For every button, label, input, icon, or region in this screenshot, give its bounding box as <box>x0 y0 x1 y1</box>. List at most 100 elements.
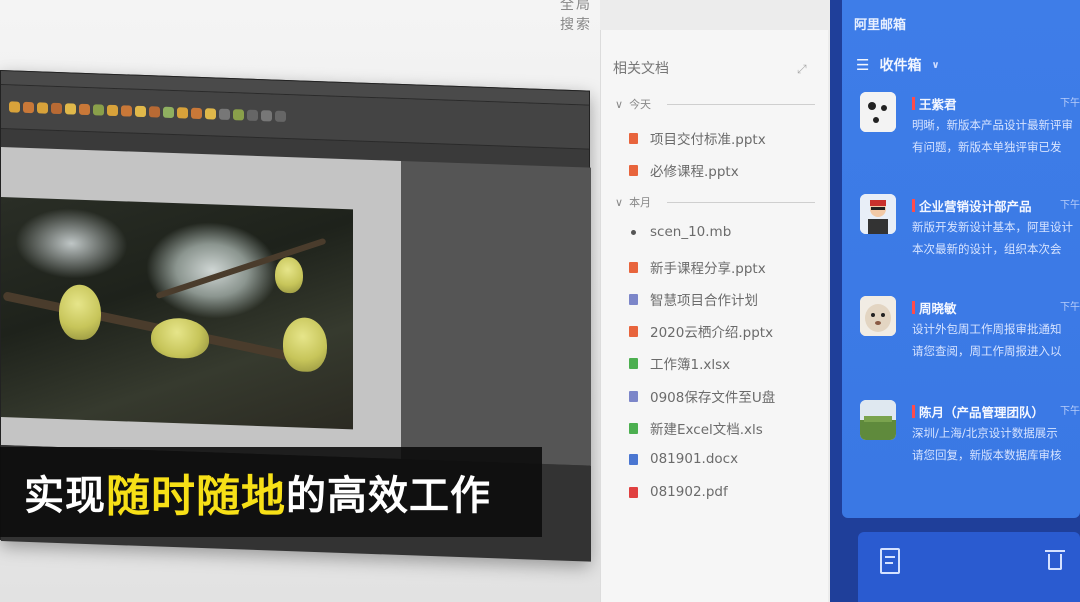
toolbar-tool-icon[interactable] <box>177 107 188 119</box>
toolbar-tool-icon[interactable] <box>149 106 160 118</box>
doc-name: 新手课程分享.pptx <box>650 261 766 277</box>
3d-viewport[interactable] <box>1 147 401 460</box>
pptx-file-icon <box>629 261 638 273</box>
mail-time: 下午 <box>1060 302 1080 313</box>
doc-name: 2020云栖介绍.pptx <box>650 325 774 341</box>
video-caption: 实现 随时随地 的高效工作 <box>0 447 542 537</box>
snippet-line: 明晰，新版本产品设计最新评审 <box>912 118 1073 132</box>
pptx-file-icon <box>629 325 638 337</box>
mail-app-title: 阿里邮箱 <box>854 18 907 33</box>
doc-item[interactable]: 必修课程.pptx <box>629 160 739 180</box>
doc-item[interactable]: 新建Excel文档.xls <box>629 418 763 438</box>
snippet-line: 有问题，新版本单独评审已发 <box>912 140 1062 154</box>
mail-time: 下午 <box>1060 98 1080 109</box>
chevron-down-icon: ∨ <box>615 195 624 209</box>
mail-bottom-bar <box>858 532 1080 602</box>
mail-list-item[interactable]: 王紫君 下午 明晰，新版本产品设计最新评审 有问题，新版本单独评审已发 <box>860 92 1080 182</box>
group-header-today[interactable]: ∨ 今天 <box>615 96 815 112</box>
toolbar-tool-icon[interactable] <box>275 110 286 122</box>
doc-item[interactable]: 081901.docx <box>629 451 738 467</box>
toolbar-tool-icon[interactable] <box>107 104 118 117</box>
mail-snippet: 明晰，新版本产品设计最新评审 有问题，新版本单独评审已发 <box>912 114 1080 158</box>
snippet-line: 请您回复，新版本数据库审核 <box>912 448 1062 462</box>
group-label: 今天 <box>629 98 652 111</box>
related-docs-title: 相关文档 <box>613 61 669 77</box>
desktop-background: 全局搜索 实现 随时随地 的高效工作 <box>0 0 600 602</box>
avatar <box>860 194 896 234</box>
compose-icon[interactable] <box>880 548 900 574</box>
toolbar-tool-icon[interactable] <box>9 101 20 113</box>
avatar <box>860 92 896 132</box>
mail-list-item[interactable]: 周晓敏 下午 设计外包周工作周报审批通知 请您查阅，周工作周报进入以 <box>860 296 1080 386</box>
toolbar-tool-icon[interactable] <box>121 105 132 117</box>
avatar <box>860 296 896 336</box>
mail-time: 下午 <box>1060 200 1080 211</box>
snippet-line: 本次最新的设计，组织本次会 <box>912 242 1062 256</box>
doc-item[interactable]: 新手课程分享.pptx <box>629 257 766 277</box>
folder-label: 收件箱 <box>879 58 922 74</box>
window-title-partial: 全局搜索 <box>560 0 592 33</box>
toolbar-tool-icon[interactable] <box>205 108 216 120</box>
doc-item[interactable]: 081902.pdf <box>629 484 728 500</box>
doc-item[interactable]: scen_10.mb <box>629 224 731 240</box>
toolbar-tool-icon[interactable] <box>191 107 202 120</box>
pptx-file-icon <box>629 132 638 144</box>
doc-name: 工作簿1.xlsx <box>650 357 731 373</box>
toolbar-tool-icon[interactable] <box>135 105 146 118</box>
avatar <box>860 400 896 440</box>
caption-prefix: 实现 <box>24 473 106 519</box>
maya-file-icon <box>631 229 636 235</box>
mail-app-window: 阿里邮箱 ☰ 收件箱 ∨ 王紫君 下午 明晰，新版本产品设计最新评审 有问题，新… <box>830 0 1080 602</box>
mail-sender: 王紫君 <box>912 94 957 113</box>
caption-highlight: 随时随地 <box>106 471 286 522</box>
group-label: 本月 <box>629 196 652 209</box>
caption-suffix: 的高效工作 <box>286 473 491 519</box>
mail-snippet: 深圳/上海/北京设计数据展示 请您回复，新版本数据库审核 <box>912 422 1080 466</box>
doc-item[interactable]: 0908保存文件至U盘 <box>629 386 775 406</box>
trash-icon[interactable] <box>1045 550 1065 570</box>
toolbar-tool-icon[interactable] <box>65 103 76 115</box>
doc-name: 新建Excel文档.xls <box>650 422 763 438</box>
toolbar-tool-icon[interactable] <box>79 103 90 116</box>
divider <box>667 201 815 203</box>
bird-figure <box>275 256 303 294</box>
mail-sender: 企业营销设计部产品 <box>912 196 1032 215</box>
doc-item[interactable]: 工作簿1.xlsx <box>629 353 730 373</box>
divider <box>667 103 815 105</box>
mail-snippet: 设计外包周工作周报审批通知 请您查阅，周工作周报进入以 <box>912 318 1080 362</box>
mail-sender: 周晓敏 <box>912 298 957 317</box>
menu-icon[interactable]: ☰ <box>856 56 869 74</box>
folder-selector[interactable]: ☰ 收件箱 ∨ <box>856 55 940 75</box>
toolbar-tool-icon[interactable] <box>219 108 230 121</box>
toolbar-tool-icon[interactable] <box>261 110 272 122</box>
expand-icon[interactable]: ⤢ <box>797 62 807 77</box>
toolbar-tool-icon[interactable] <box>247 109 258 122</box>
chevron-down-icon: ∨ <box>615 97 624 111</box>
doc-file-icon <box>629 293 638 305</box>
docx-file-icon <box>629 453 638 465</box>
doc-name: 必修课程.pptx <box>650 164 739 180</box>
toolbar-tool-icon[interactable] <box>37 102 48 114</box>
doc-item[interactable]: 智慧项目合作计划 <box>629 289 758 309</box>
doc-item[interactable]: 2020云栖介绍.pptx <box>629 321 773 341</box>
group-header-this-month[interactable]: ∨ 本月 <box>615 194 815 210</box>
pptx-file-icon <box>629 164 638 176</box>
mail-snippet: 新版开发新设计基本，阿里设计 本次最新的设计，组织本次会 <box>912 216 1080 260</box>
bird-figure <box>283 316 327 373</box>
mail-list-item[interactable]: 陈月（产品管理团队） 下午 深圳/上海/北京设计数据展示 请您回复，新版本数据库… <box>860 400 1080 490</box>
doc-item[interactable]: 项目交付标准.pptx <box>629 128 766 148</box>
flag-icon <box>912 301 915 314</box>
xlsx-file-icon <box>629 422 638 434</box>
sender-name: 周晓敏 <box>919 301 957 316</box>
doc-name: scen_10.mb <box>650 224 732 240</box>
snippet-line: 新版开发新设计基本，阿里设计 <box>912 220 1073 234</box>
toolbar-tool-icon[interactable] <box>51 102 62 115</box>
mail-list-item[interactable]: 企业营销设计部产品 下午 新版开发新设计基本，阿里设计 本次最新的设计，组织本次… <box>860 194 1080 284</box>
toolbar-tool-icon[interactable] <box>23 101 34 114</box>
flag-icon <box>912 97 915 110</box>
toolbar-tool-icon[interactable] <box>163 106 174 119</box>
related-docs-panel: 相关文档 ⤢ ∨ 今天 项目交付标准.pptx 必修课程.pptx ∨ 本月 s… <box>600 30 828 602</box>
toolbar-tool-icon[interactable] <box>93 104 104 116</box>
snippet-line: 请您查阅，周工作周报进入以 <box>912 344 1062 358</box>
toolbar-tool-icon[interactable] <box>233 109 244 121</box>
